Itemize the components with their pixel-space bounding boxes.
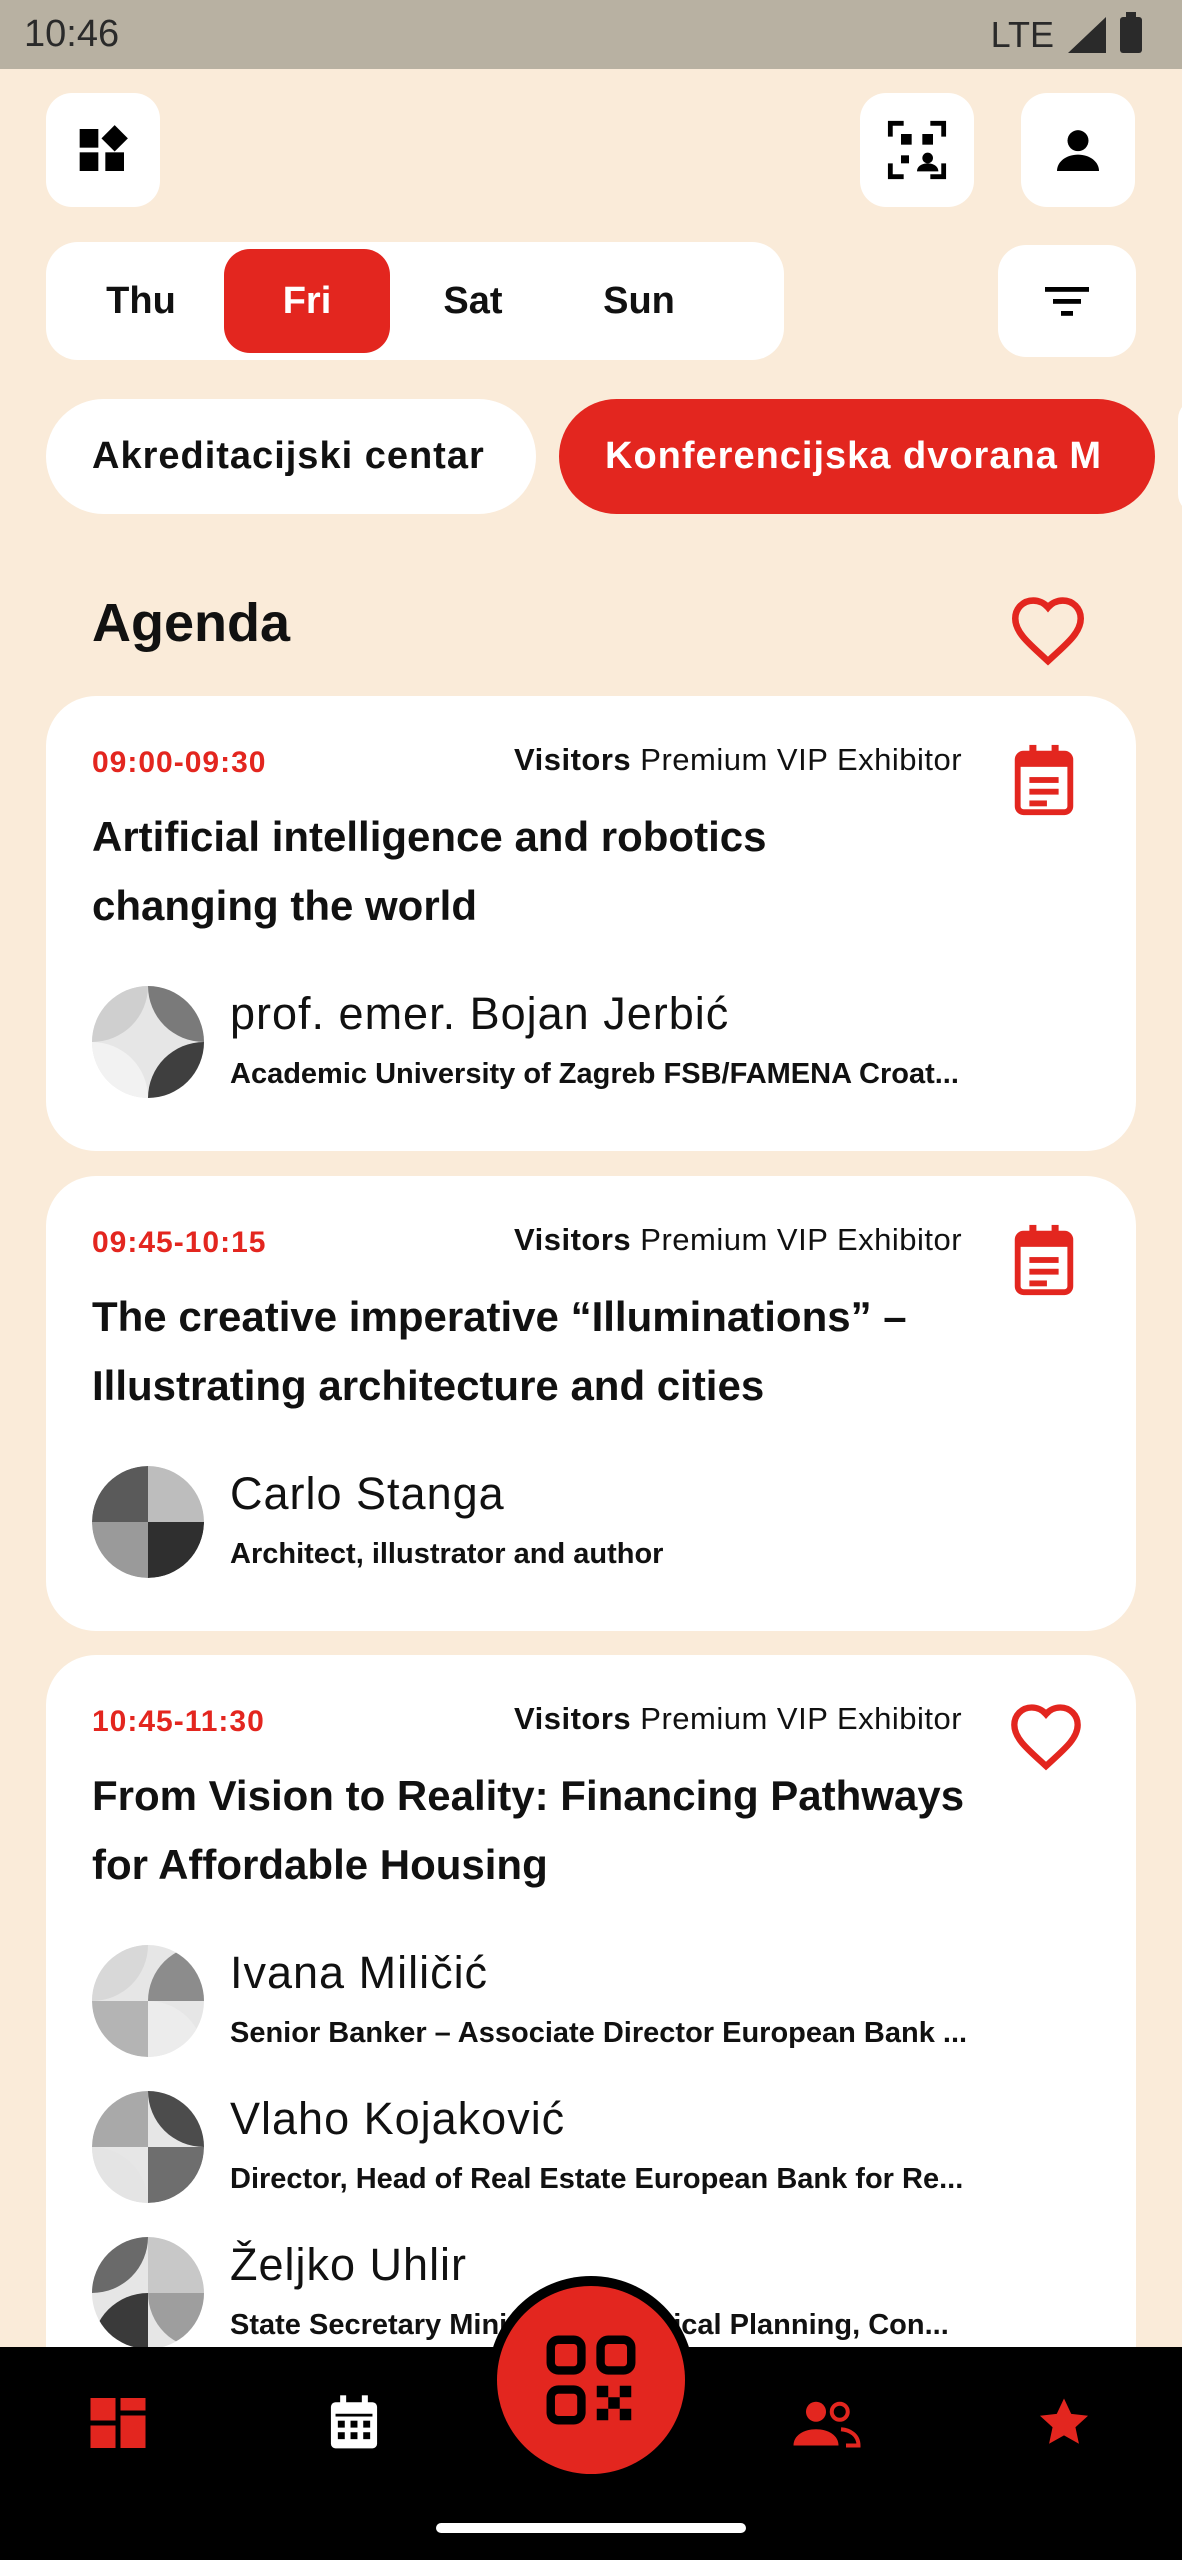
tag-visitors: Visitors	[514, 1222, 632, 1257]
speaker-row[interactable]: prof. emer. Bojan Jerbić Academic Univer…	[92, 986, 1092, 1098]
location-chip-akreditacijski-centar[interactable]: Akreditacijski centar	[46, 399, 536, 514]
tag-vip: VIP	[776, 1222, 828, 1257]
qr-code-icon	[546, 2335, 636, 2425]
speaker-avatar	[92, 2091, 204, 2203]
day-tab-thu[interactable]: Thu	[58, 249, 224, 353]
speaker-row[interactable]: Vlaho Kojaković Director, Head of Real E…	[92, 2091, 1092, 2203]
filter-button[interactable]	[998, 245, 1136, 357]
day-tab-sun[interactable]: Sun	[556, 249, 722, 353]
nav-people[interactable]	[786, 2383, 866, 2463]
session-title-line: changing the world	[92, 882, 477, 929]
speaker-role: Director, Head of Real Estate European B…	[230, 2163, 964, 2195]
filter-icon	[1045, 287, 1089, 316]
day-tab-fri[interactable]: Fri	[224, 249, 390, 353]
session-card[interactable]: 09:00-09:30 Visitors Premium VIP Exhibit…	[46, 696, 1136, 1151]
speaker-name: Vlaho Kojaković	[230, 2093, 566, 2144]
home-indicator[interactable]	[436, 2523, 746, 2533]
profile-button[interactable]	[1021, 93, 1135, 207]
session-title-line: for Affordable Housing	[92, 1841, 548, 1888]
day-tab-sat[interactable]: Sat	[390, 249, 556, 353]
star-icon	[1039, 2398, 1089, 2444]
people-icon	[793, 2401, 861, 2448]
person-icon	[1057, 130, 1099, 171]
tag-exhibitor: Exhibitor	[836, 1701, 963, 1736]
session-time: 10:45-11:30	[92, 1705, 265, 1738]
battery-icon	[1120, 11, 1142, 53]
speaker-name: Carlo Stanga	[230, 1468, 505, 1519]
nav-calendar[interactable]	[314, 2383, 394, 2463]
tag-visitors: Visitors	[514, 742, 632, 777]
session-title: The creative imperative “Illuminations” …	[92, 1282, 1052, 1420]
speaker-role: Academic University of Zagreb FSB/FAMENA…	[230, 1058, 959, 1090]
dashboard-icon	[79, 125, 128, 171]
session-audience-tags: Visitors Premium VIP Exhibitor	[514, 1701, 962, 1737]
session-audience-tags: Visitors Premium VIP Exhibitor	[514, 742, 962, 778]
heart-outline-icon	[1011, 597, 1085, 666]
tag-premium: Premium	[640, 1701, 768, 1736]
session-title-line: From Vision to Reality: Financing Pathwa…	[92, 1772, 965, 1819]
signal-icon	[1068, 16, 1106, 53]
speaker-name: Željko Uhlir	[230, 2239, 468, 2290]
speaker-name: Ivana Miličić	[230, 1947, 489, 1998]
tag-exhibitor: Exhibitor	[836, 742, 963, 777]
session-time: 09:45-10:15	[92, 1226, 267, 1259]
location-chip-konferencijska-dvorana[interactable]: Konferencijska dvorana M	[559, 399, 1155, 514]
session-title: Artificial intelligence and robotics cha…	[92, 802, 1052, 940]
scan-badge-button[interactable]	[860, 93, 974, 207]
speaker-row[interactable]: Carlo Stanga Architect, illustrator and …	[92, 1466, 1092, 1578]
session-title-line: Artificial intelligence and robotics	[92, 813, 767, 860]
nav-favorites[interactable]	[1024, 2383, 1104, 2463]
speaker-avatar	[92, 1945, 204, 2057]
qr-code-button[interactable]	[497, 2286, 685, 2474]
session-title-line: Illustrating architecture and cities	[92, 1362, 765, 1409]
speaker-name: prof. emer. Bojan Jerbić	[230, 988, 730, 1039]
status-time: 10:46	[24, 13, 120, 55]
network-label: LTE	[990, 13, 1054, 55]
session-audience-tags: Visitors Premium VIP Exhibitor	[514, 1222, 962, 1258]
tag-exhibitor: Exhibitor	[836, 1222, 963, 1257]
tag-visitors: Visitors	[514, 1701, 632, 1736]
session-card[interactable]: 09:45-10:15 Visitors Premium VIP Exhibit…	[46, 1176, 1136, 1631]
session-time: 09:00-09:30	[92, 746, 267, 779]
location-chip-next[interactable]	[1178, 399, 1182, 514]
agenda-title: Agenda	[92, 593, 291, 653]
tag-premium: Premium	[640, 742, 768, 777]
speaker-row[interactable]: Ivana Miličić Senior Banker – Associate …	[92, 1945, 1092, 2057]
nav-dashboard[interactable]	[78, 2383, 158, 2463]
status-bar: 10:46 LTE	[0, 0, 1182, 69]
session-title: From Vision to Reality: Financing Pathwa…	[92, 1761, 1102, 1899]
status-indicators: LTE	[990, 11, 1142, 56]
speaker-avatar	[92, 1466, 204, 1578]
session-title-line: The creative imperative “Illuminations” …	[92, 1293, 907, 1340]
tag-vip: VIP	[776, 742, 828, 777]
dashboard-button[interactable]	[46, 93, 160, 207]
speaker-role: Senior Banker – Associate Director Europ…	[230, 2017, 968, 2049]
day-selector: Thu Fri Sat Sun	[46, 242, 784, 360]
favorites-toggle[interactable]	[1008, 594, 1088, 671]
tag-vip: VIP	[776, 1701, 828, 1736]
calendar-icon	[330, 2395, 378, 2449]
speaker-avatar	[92, 2237, 204, 2349]
dashboard-icon	[90, 2398, 146, 2448]
tag-premium: Premium	[640, 1222, 768, 1257]
speaker-avatar	[92, 986, 204, 1098]
qr-scan-icon	[887, 120, 947, 180]
speaker-role: Architect, illustrator and author	[230, 1538, 664, 1570]
